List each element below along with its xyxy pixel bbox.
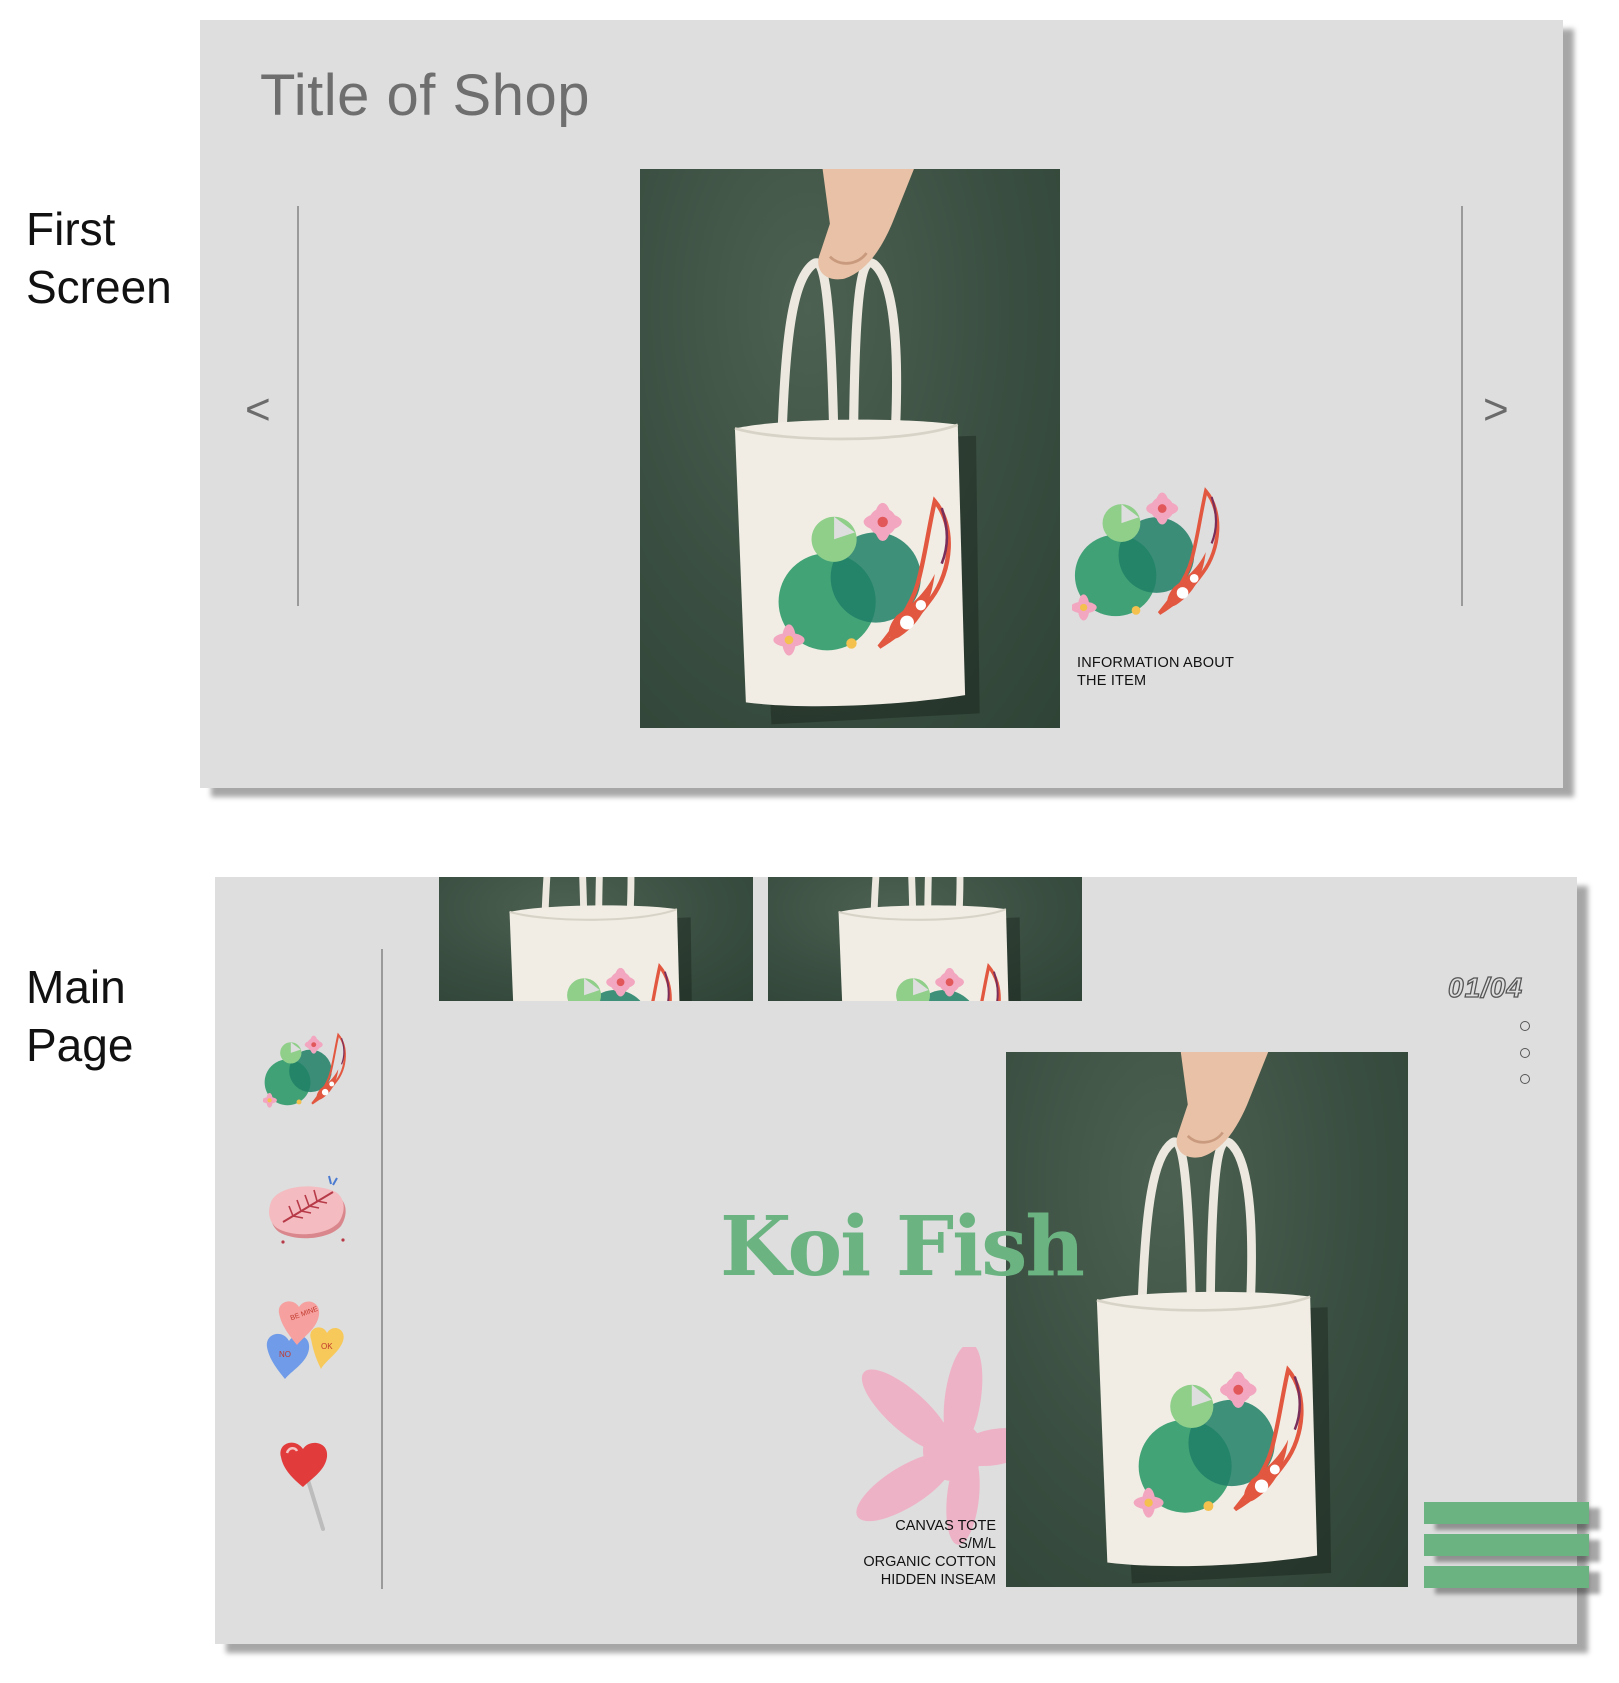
- first-screen-mockup: Title of Shop < > INFORMATION ABOUT THE …: [200, 20, 1563, 788]
- heart-lollipop-sticker-icon: [280, 1442, 328, 1531]
- main-product-photo[interactable]: [1006, 1052, 1408, 1587]
- tote-bag-image: [1006, 1052, 1408, 1587]
- candy-hearts-sticker-icon: BE MINE NO OK: [266, 1301, 344, 1379]
- shop-title: Title of Shop: [260, 63, 590, 128]
- tote-bag-image: [768, 877, 1082, 1001]
- product-name: Koi Fish: [720, 1199, 1085, 1295]
- sidebar-item-lollipop[interactable]: [273, 1437, 339, 1533]
- next-arrow-button[interactable]: >: [1483, 388, 1509, 432]
- main-page-mockup: BE MINE NO OK 01/04 Koi Fish CANVAS TOTE…: [215, 877, 1589, 1644]
- first-screen-label: First Screen: [26, 200, 172, 316]
- pagination-dot-3[interactable]: [1520, 1074, 1530, 1084]
- spec-line-2: S/M/L: [958, 1536, 996, 1552]
- item-info-line1: INFORMATION ABOUT: [1077, 655, 1234, 671]
- candy-heart-text-ok: OK: [321, 1342, 333, 1351]
- spec-line-1: CANVAS TOTE: [895, 1518, 996, 1534]
- left-divider: [297, 206, 299, 606]
- tote-bag-image: [640, 169, 1060, 728]
- candy-heart-text-no: NO: [279, 1350, 291, 1359]
- sidebar-item-candy-hearts[interactable]: BE MINE NO OK: [261, 1295, 355, 1387]
- first-screen-label-line2: Screen: [26, 261, 172, 313]
- right-divider: [1461, 206, 1463, 606]
- item-info: INFORMATION ABOUT THE ITEM: [1077, 654, 1234, 690]
- product-preview-2[interactable]: [768, 877, 1082, 1001]
- sidebar-divider: [381, 949, 383, 1589]
- main-page-label-line1: Main: [26, 961, 126, 1013]
- item-info-line2: THE ITEM: [1077, 673, 1147, 689]
- first-screen-label-line1: First: [26, 203, 116, 255]
- pink-leaf-sticker-icon: [269, 1175, 346, 1244]
- pagination-dot-2[interactable]: [1520, 1048, 1530, 1058]
- menu-line-1: [1424, 1502, 1589, 1524]
- prev-arrow-button[interactable]: <: [245, 388, 271, 432]
- product-specs: CANVAS TOTE S/M/L ORGANIC COTTON HIDDEN …: [863, 1517, 996, 1589]
- menu-line-3: [1424, 1566, 1589, 1588]
- slide-counter: 01/04: [1447, 971, 1524, 1003]
- tote-bag-image: [439, 877, 753, 1001]
- spec-line-4: HIDDEN INSEAM: [880, 1572, 996, 1588]
- sidebar-item-leaf[interactable]: [263, 1170, 353, 1250]
- main-page-label-line2: Page: [26, 1019, 134, 1071]
- product-preview-1[interactable]: [439, 877, 753, 1001]
- koi-fish-sticker-icon: [263, 1033, 346, 1109]
- spec-line-3: ORGANIC COTTON: [863, 1554, 996, 1570]
- sidebar-item-koi-fish[interactable]: [263, 1030, 353, 1115]
- menu-button[interactable]: [1424, 1502, 1589, 1597]
- pagination-dot-1[interactable]: [1520, 1021, 1530, 1031]
- main-page-label: Main Page: [26, 958, 133, 1074]
- product-photo[interactable]: [640, 169, 1060, 728]
- koi-fish-artwork-icon: [1072, 478, 1232, 638]
- menu-line-2: [1424, 1534, 1589, 1556]
